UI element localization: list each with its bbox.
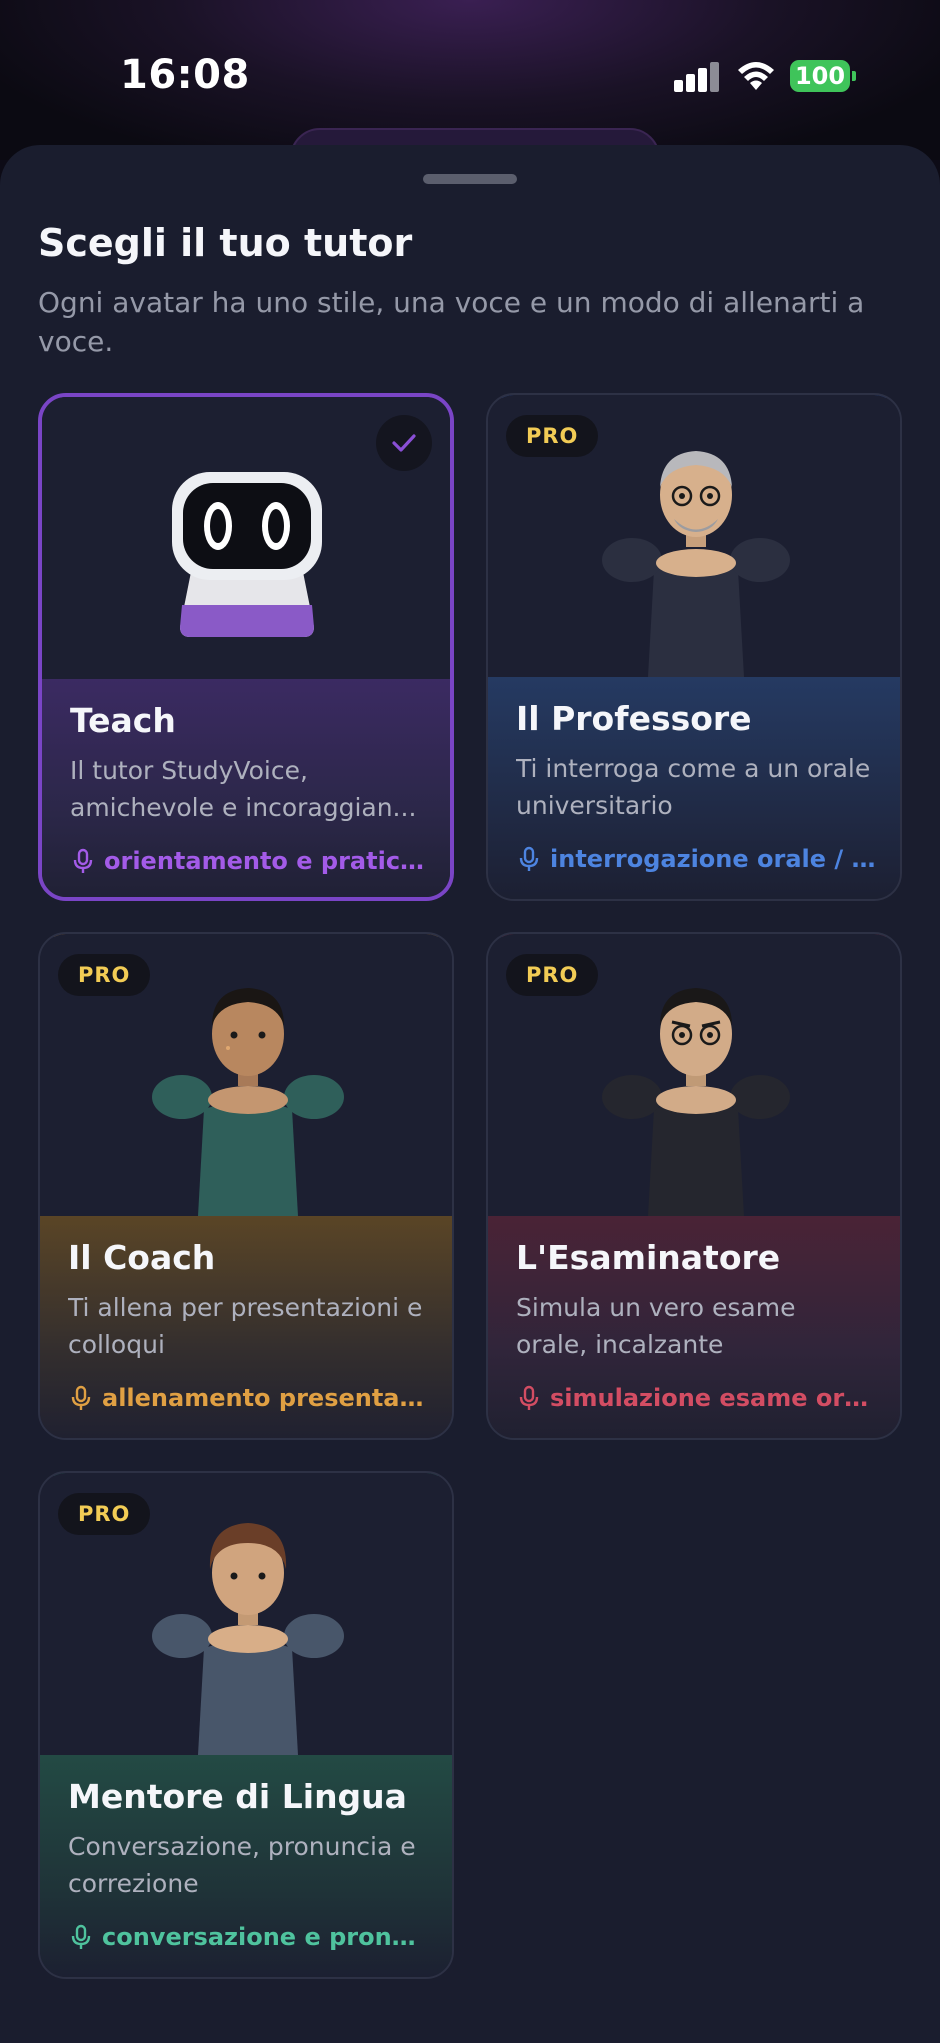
pro-badge: PRO (506, 415, 599, 457)
tutor-info: Il Professore Ti interroga come a un ora… (488, 677, 900, 899)
sheet-subtitle: Ogni avatar ha uno stile, una voce e un … (38, 286, 865, 358)
tutor-mode-tag: allenamento presentazi... (68, 1384, 430, 1412)
tutor-name: Il Coach (68, 1238, 216, 1277)
mic-icon (71, 1385, 91, 1410)
sheet-drag-handle[interactable] (423, 174, 517, 184)
tutor-description: Ti allena per presentazioni e colloqui (68, 1293, 423, 1359)
mic-icon (519, 846, 539, 871)
tutor-mode-tag: interrogazione orale / si... (516, 845, 878, 873)
mic-icon (519, 1385, 539, 1410)
tutor-description: Ti interroga come a un orale universitar… (516, 754, 871, 820)
status-bar: 16:08 100 (0, 0, 940, 150)
tutor-card-mentore-lingua[interactable]: Mentore di Lingua Conversazione, pronunc… (38, 1471, 454, 1979)
tutor-description: Il tutor StudyVoice, amichevole e incora… (70, 756, 417, 822)
sheet-title: Scegli il tuo tutor (38, 221, 413, 265)
battery-icon: 100 (790, 60, 856, 92)
tutor-info: Il Coach Ti allena per presentazioni e c… (40, 1216, 452, 1438)
tutor-picker-sheet: Scegli il tuo tutor Ogni avatar ha uno s… (0, 145, 940, 2043)
pro-badge: PRO (506, 954, 599, 996)
tutor-name: L'Esaminatore (516, 1238, 781, 1277)
selected-check-badge (376, 415, 432, 471)
status-time: 16:08 (120, 52, 250, 98)
pro-badge: PRO (58, 1493, 151, 1535)
tutor-description: Conversazione, pronuncia e correzione (68, 1832, 416, 1898)
mic-icon (71, 1924, 91, 1949)
tutor-description: Simula un vero esame orale, incalzante (516, 1293, 796, 1359)
tutor-card-teach[interactable]: Teach Il tutor StudyVoice, amichevole e … (38, 393, 454, 901)
tutor-mode-tag: conversazione e pronun... (68, 1923, 430, 1951)
checkmark-icon (392, 434, 416, 452)
tutor-mode-label: conversazione e pronun... (102, 1923, 430, 1951)
tutor-card-coach[interactable]: Il Coach Ti allena per presentazioni e c… (38, 932, 454, 1440)
tutor-mode-label: allenamento presentazi... (102, 1384, 430, 1412)
tutor-info: Teach Il tutor StudyVoice, amichevole e … (42, 679, 450, 897)
pro-badge: PRO (58, 954, 151, 996)
tutor-mode-label: simulazione esame oral... (550, 1384, 878, 1412)
tutor-card-professore[interactable]: Il Professore Ti interroga come a un ora… (486, 393, 902, 901)
tutor-mode-label: orientamento e pratica ... (104, 847, 428, 875)
tutor-name: Teach (70, 701, 176, 740)
tutor-mode-label: interrogazione orale / si... (550, 845, 878, 873)
tutor-info: Mentore di Lingua Conversazione, pronunc… (40, 1755, 452, 1977)
wifi-icon (738, 62, 774, 90)
tutor-card-esaminatore[interactable]: L'Esaminatore Simula un vero esame orale… (486, 932, 902, 1440)
tutor-mode-tag: orientamento e pratica ... (70, 847, 428, 875)
tutor-name: Il Professore (516, 699, 752, 738)
tutor-info: L'Esaminatore Simula un vero esame orale… (488, 1216, 900, 1438)
tutor-mode-tag: simulazione esame oral... (516, 1384, 878, 1412)
tutor-name: Mentore di Lingua (68, 1777, 407, 1816)
mic-icon (73, 848, 93, 873)
cellular-signal-icon (674, 62, 720, 92)
